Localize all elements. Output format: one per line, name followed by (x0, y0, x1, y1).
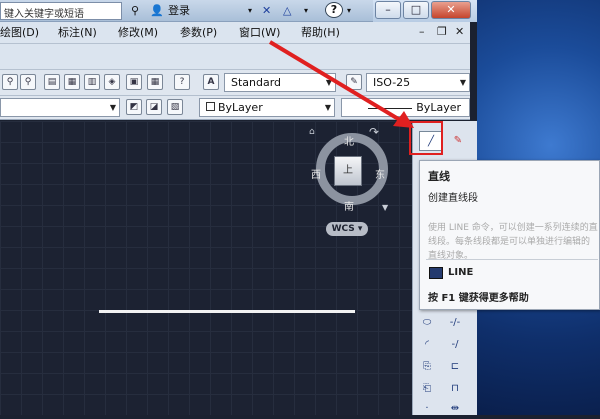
dim-style-icon[interactable]: ✎ (346, 74, 362, 90)
markup-icon[interactable]: ▣ (126, 74, 142, 90)
stay-connected-dropdown[interactable]: ▾ (304, 2, 308, 20)
color-swatch (206, 102, 215, 111)
minimize-button[interactable]: – (375, 1, 401, 19)
login-dropdown-arrow[interactable]: ▾ (248, 2, 252, 20)
menu-help[interactable]: 帮助(H) (301, 25, 340, 41)
dim-style-dropdown[interactable]: ISO-25 ▼ (366, 73, 470, 92)
text-style-dropdown[interactable]: Standard ▼ (224, 73, 336, 92)
help-button[interactable]: ? (325, 2, 343, 18)
sheet-set-icon[interactable]: ◈ (104, 74, 120, 90)
properties-icon[interactable]: ▤ (44, 74, 60, 90)
command-icon (429, 267, 443, 279)
join-tool-icon[interactable]: ⇹ (443, 399, 467, 419)
layers-toolbar: ▼ ◩ ◪ ▧ ByLayer ▼ ByLayer (0, 96, 470, 120)
text-style-icon[interactable]: A (203, 74, 219, 90)
menu-dimension[interactable]: 标注(N) (58, 25, 97, 41)
triangle-icon[interactable]: △ (283, 2, 291, 20)
compass-east[interactable]: 东 (375, 166, 385, 181)
menu-modify[interactable]: 修改(M) (118, 25, 158, 41)
toolbar-spacer (0, 44, 470, 70)
chevron-down-icon: ▼ (324, 103, 331, 112)
exchange-icon[interactable]: ✕ (262, 2, 271, 20)
break-tool-icon[interactable]: ⊓ (443, 379, 467, 399)
trim-tool-icon[interactable]: -/ (443, 335, 467, 355)
extend-tool-icon[interactable]: ⊏ (443, 357, 467, 377)
modify-tool-icon[interactable]: ✎ (446, 131, 470, 151)
help-dropdown-arrow[interactable]: ▾ (347, 2, 351, 20)
compass-south[interactable]: 南 (344, 198, 354, 213)
make-block-tool-icon[interactable]: ⎗ (415, 379, 439, 399)
tool-palettes-icon[interactable]: ▥ (84, 74, 100, 90)
tooltip-divider (426, 259, 598, 260)
point-tool-icon[interactable]: · (415, 399, 439, 419)
home-icon[interactable]: ⌂ (309, 127, 315, 137)
menu-parametric[interactable]: 参数(P) (180, 25, 217, 41)
login-button[interactable]: 登录 (168, 2, 190, 20)
tooltip-description: 创建直线段 (428, 193, 478, 204)
compass-north[interactable]: 北 (344, 133, 354, 148)
help-icon[interactable]: ? (174, 74, 190, 90)
rotate-icon[interactable]: ↷ (369, 125, 379, 139)
color-value: ByLayer (218, 101, 263, 114)
layer-dropdown[interactable]: ▼ (0, 98, 120, 117)
color-control-dropdown[interactable]: ByLayer ▼ (199, 98, 335, 117)
doc-close-button[interactable]: ✕ (455, 25, 464, 38)
zoom-previous-icon[interactable]: ⚲ (20, 74, 36, 90)
wcs-menu-button[interactable]: WCS ▾ (326, 222, 368, 236)
make-current-icon[interactable]: ◪ (146, 99, 162, 115)
drawn-line[interactable] (99, 310, 355, 313)
binoculars-icon[interactable]: ⚲ (127, 2, 143, 20)
user-icon[interactable]: 👤 (150, 2, 164, 20)
standard-toolbar: ⚲ ⚲ ▤ ▦ ▥ ◈ ▣ ▦ ? A Standard ▼ ✎ ISO-25 ▼ (0, 70, 470, 96)
chevron-down-icon: ▼ (459, 78, 466, 87)
tooltip-details: 使用 LINE 命令，可以创建一系列连续的直线段。每条线段都是可以单独进行编辑的… (428, 223, 598, 261)
calculator-icon[interactable]: ▦ (147, 74, 163, 90)
wcs-label: WCS (331, 224, 355, 234)
doc-minimize-button[interactable]: – (419, 25, 425, 38)
ellipse-arc-tool-icon[interactable]: ◜ (415, 335, 439, 355)
zoom-window-icon[interactable]: ⚲ (2, 74, 18, 90)
chevron-down-icon: ▼ (325, 78, 332, 87)
maximize-button[interactable]: □ (403, 1, 429, 19)
tooltip: 直线 创建直线段 使用 LINE 命令，可以创建一系列连续的直线段。每条线段都是… (419, 160, 600, 310)
linetype-control-dropdown[interactable]: ByLayer (341, 98, 470, 117)
text-style-value: Standard (231, 76, 282, 89)
menu-draw[interactable]: 绘图(D) (0, 25, 39, 41)
layer-state-icon[interactable]: ▧ (167, 99, 183, 115)
linetype-preview (368, 107, 413, 109)
offset-tool-icon[interactable]: -/- (443, 313, 467, 333)
close-button[interactable]: ✕ (431, 1, 471, 19)
menu-bar: 绘图(D) 标注(N) 修改(M) 参数(P) 窗口(W) 帮助(H) – ❐ … (0, 22, 470, 44)
ellipse-tool-icon[interactable]: ⬭ (415, 313, 439, 333)
dim-style-value: ISO-25 (373, 76, 411, 89)
search-input[interactable]: 键入关键字或短语 (0, 2, 122, 20)
compass-west[interactable]: 西 (311, 166, 321, 181)
layer-previous-icon[interactable]: ◩ (126, 99, 142, 115)
highlight-box (409, 121, 443, 155)
viewcube-menu-arrow[interactable]: ▼ (382, 203, 388, 212)
tooltip-command: LINE (448, 267, 474, 278)
linetype-value: ByLayer (416, 101, 461, 114)
menu-window[interactable]: 窗口(W) (239, 25, 280, 41)
insert-block-tool-icon[interactable]: ⎘ (415, 357, 439, 377)
tooltip-help-hint: 按 F1 键获得更多帮助 (428, 293, 529, 304)
doc-restore-button[interactable]: ❐ (437, 25, 447, 38)
design-center-icon[interactable]: ▦ (64, 74, 80, 90)
viewcube-top-face[interactable]: 上 (334, 156, 362, 186)
window-controls: – □ ✕ (373, 0, 477, 22)
chevron-down-icon: ▼ (109, 103, 116, 112)
tooltip-title: 直线 (428, 170, 450, 183)
